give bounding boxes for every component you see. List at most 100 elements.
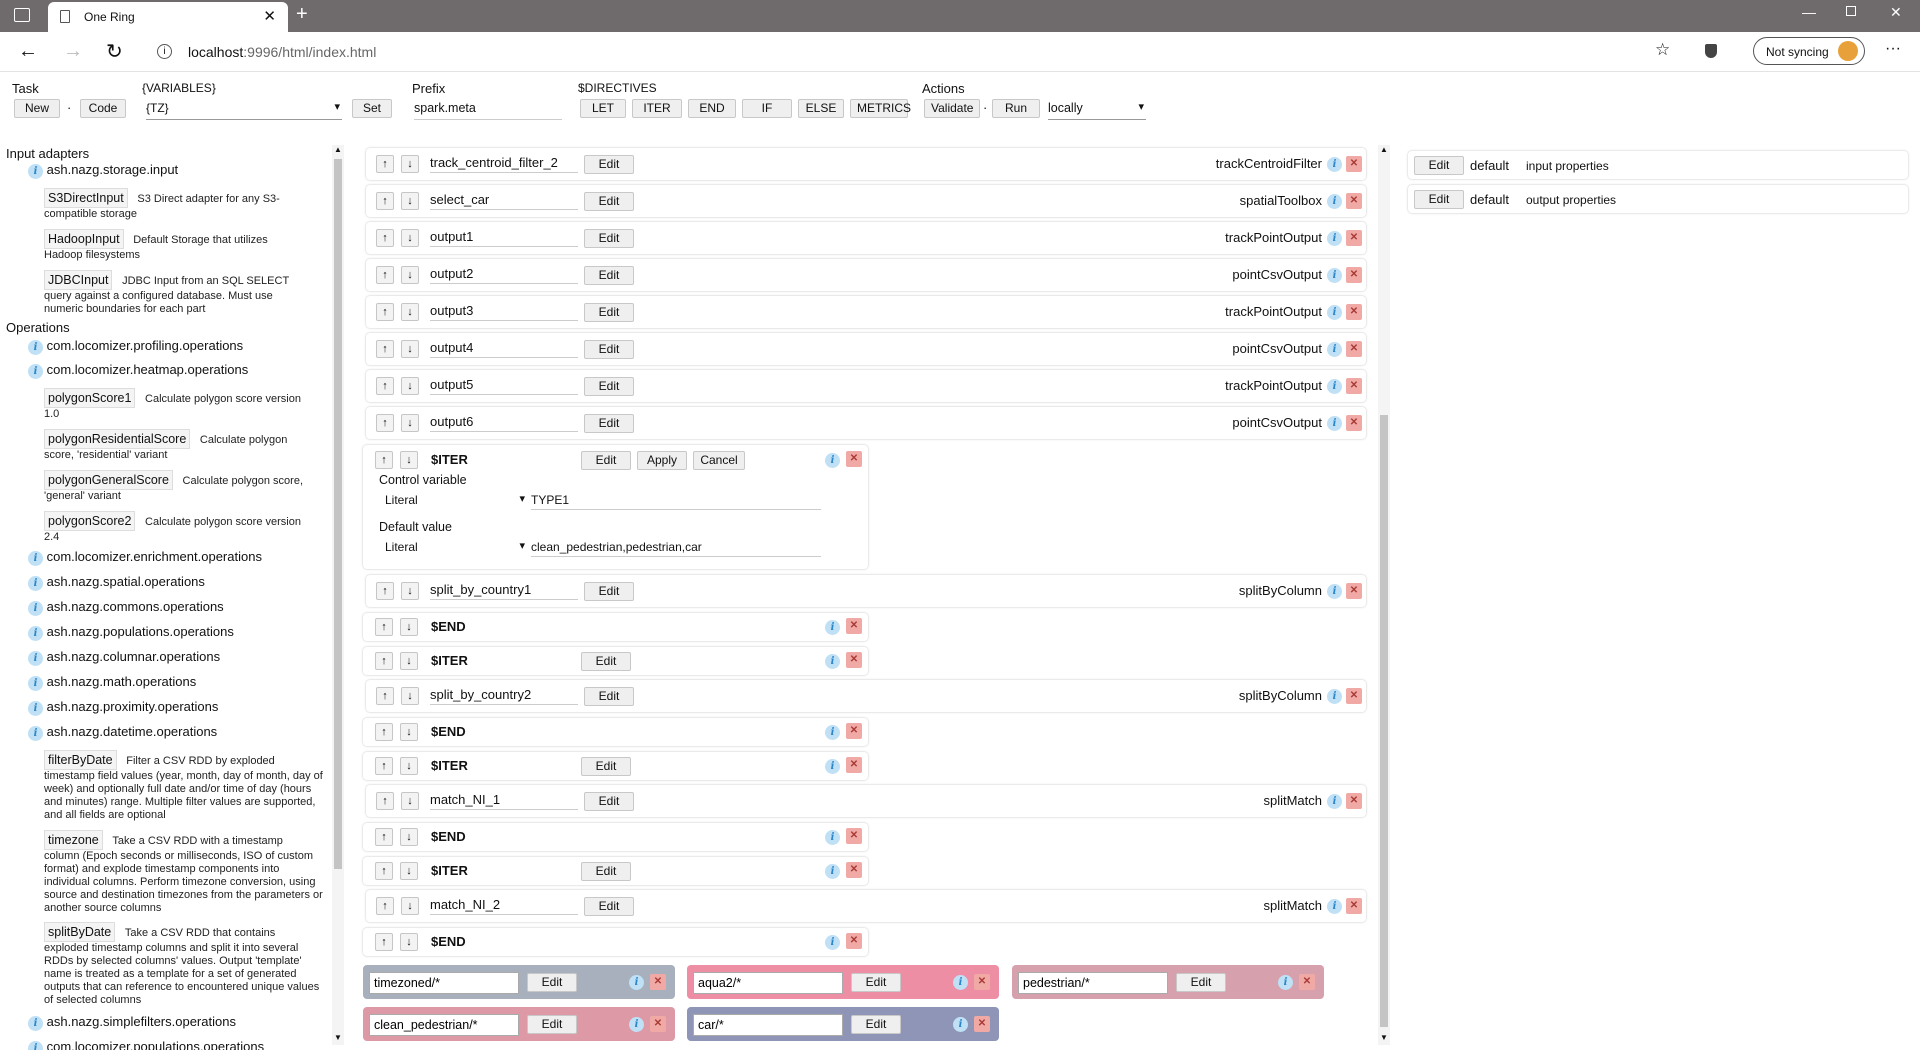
close-icon[interactable]: ✕ (650, 974, 666, 990)
prefix-input[interactable]: spark.meta (414, 100, 562, 120)
info-icon[interactable]: i (28, 626, 43, 641)
edit-button[interactable]: Edit (851, 1015, 901, 1034)
op-row-select-car[interactable]: ↑ ↓ select_car Edit spatialToolbox i ✕ (366, 185, 1366, 217)
directive-end-button[interactable]: END (688, 99, 736, 118)
op-instance-name[interactable]: output1 (430, 229, 578, 247)
edit-button[interactable]: Edit (584, 266, 634, 285)
info-icon[interactable]: i (953, 1017, 968, 1032)
restore-icon[interactable] (1846, 6, 1856, 16)
edit-button[interactable]: Edit (584, 155, 634, 174)
directive-iter-row[interactable]: ↑ ↓ $ITER Edit i ✕ (363, 752, 868, 780)
op-row-split-by-country2[interactable]: ↑ ↓ split_by_country2 Edit splitByColumn … (366, 680, 1366, 712)
op-row-output4[interactable]: ↑ ↓ output4 Edit pointCsvOutput i ✕ (366, 333, 1366, 365)
edit-button[interactable]: Edit (584, 229, 634, 248)
info-icon[interactable]: i (825, 830, 840, 845)
op-polygonscore1[interactable]: polygonScore1 Calculate polygon score ve… (44, 388, 324, 421)
move-down-icon[interactable]: ↓ (400, 828, 418, 846)
info-icon[interactable]: i (28, 164, 43, 179)
close-tab-icon[interactable]: ✕ (263, 7, 276, 25)
info-icon[interactable]: i (1327, 379, 1342, 394)
edit-button[interactable]: Edit (584, 192, 634, 211)
adapter-s3[interactable]: S3DirectInput S3 Direct adapter for any … (44, 188, 304, 221)
info-icon[interactable]: i (825, 725, 840, 740)
package-enrichment[interactable]: i com.locomizer.enrichment.operations (28, 549, 262, 566)
main-scroll-down-icon[interactable]: ▼ (1380, 1033, 1388, 1042)
main-scrollbar[interactable]: ▲ ▼ (1378, 145, 1390, 1045)
edit-button[interactable]: Edit (584, 377, 634, 396)
datastream-pedestrian[interactable]: Edit i ✕ (1012, 965, 1324, 999)
new-tab-icon[interactable]: + (296, 3, 308, 26)
move-down-icon[interactable]: ↓ (401, 792, 419, 810)
datastream-timezoned[interactable]: Edit i ✕ (363, 965, 675, 999)
tab-actions-icon[interactable] (14, 8, 30, 22)
op-row-output1[interactable]: ↑ ↓ output1 Edit trackPointOutput i ✕ (366, 222, 1366, 254)
op-row-track-centroid-filter-2[interactable]: ↑ ↓ track_centroid_filter_2 Edit trackCen… (366, 148, 1366, 180)
close-icon[interactable]: ✕ (1346, 304, 1362, 320)
new-task-button[interactable]: New (14, 99, 60, 118)
op-instance-name[interactable]: output2 (430, 266, 578, 284)
info-icon[interactable]: i (28, 340, 43, 355)
op-instance-name[interactable]: select_car (430, 192, 578, 210)
datastream-name-input[interactable] (369, 1014, 519, 1036)
move-up-icon[interactable]: ↑ (375, 451, 393, 469)
op-instance-name[interactable]: split_by_country2 (430, 687, 578, 705)
sidebar-scroll-down-icon[interactable]: ▼ (334, 1033, 342, 1042)
move-up-icon[interactable]: ↑ (376, 229, 394, 247)
set-button[interactable]: Set (352, 99, 392, 118)
package-commons[interactable]: i ash.nazg.commons.operations (28, 599, 224, 616)
refresh-icon[interactable]: ↻ (106, 39, 123, 64)
info-icon[interactable]: i (1327, 342, 1342, 357)
close-icon[interactable]: ✕ (846, 451, 862, 467)
edit-button[interactable]: Edit (584, 687, 634, 706)
edit-button[interactable]: Edit (1176, 973, 1226, 992)
move-down-icon[interactable]: ↓ (400, 862, 418, 880)
shield-icon[interactable] (1705, 44, 1717, 58)
edit-button[interactable]: Edit (1414, 156, 1464, 175)
directive-end-row[interactable]: ↑ ↓ $END i ✕ (363, 718, 868, 746)
op-row-output2[interactable]: ↑ ↓ output2 Edit pointCsvOutput i ✕ (366, 259, 1366, 291)
move-up-icon[interactable]: ↑ (376, 414, 394, 432)
datastream-name-input[interactable] (693, 972, 843, 994)
op-instance-name[interactable]: output4 (430, 340, 578, 358)
edit-button[interactable]: Edit (581, 757, 631, 776)
apply-button[interactable]: Apply (637, 451, 687, 470)
move-up-icon[interactable]: ↑ (376, 582, 394, 600)
close-icon[interactable]: ✕ (1299, 974, 1315, 990)
info-icon[interactable]: i (953, 975, 968, 990)
default-value-input[interactable]: clean_pedestrian,pedestrian,car (531, 539, 821, 557)
edit-button[interactable]: Edit (851, 973, 901, 992)
default-type-select[interactable]: Literal ▾ (385, 539, 525, 557)
close-icon[interactable]: ✕ (1346, 341, 1362, 357)
datastream-car[interactable]: Edit i ✕ (687, 1007, 999, 1041)
info-icon[interactable]: i (1327, 194, 1342, 209)
move-down-icon[interactable]: ↓ (401, 897, 419, 915)
move-down-icon[interactable]: ↓ (401, 377, 419, 395)
active-tab[interactable]: One Ring ✕ (48, 2, 288, 32)
edit-button[interactable]: Edit (584, 303, 634, 322)
op-row-split-by-country1[interactable]: ↑ ↓ split_by_country1 Edit splitByColumn … (366, 575, 1366, 607)
move-down-icon[interactable]: ↓ (401, 687, 419, 705)
package-profiling[interactable]: i com.locomizer.profiling.operations (28, 338, 243, 355)
info-icon[interactable]: i (1327, 157, 1342, 172)
op-row-match-ni-2[interactable]: ↑ ↓ match_NI_2 Edit splitMatch i ✕ (366, 890, 1366, 922)
move-up-icon[interactable]: ↑ (376, 687, 394, 705)
info-icon[interactable]: i (1327, 268, 1342, 283)
info-icon[interactable]: i (28, 726, 43, 741)
url-field[interactable]: i localhost:9996/html/index.html (145, 36, 1690, 68)
close-icon[interactable]: ✕ (846, 828, 862, 844)
info-icon[interactable]: i (28, 1016, 43, 1031)
op-row-output6[interactable]: ↑ ↓ output6 Edit pointCsvOutput i ✕ (366, 407, 1366, 439)
info-icon[interactable]: i (28, 676, 43, 691)
info-icon[interactable]: i (825, 453, 840, 468)
op-polygongeneralscore[interactable]: polygonGeneralScore Calculate polygon sc… (44, 470, 324, 503)
more-menu-icon[interactable]: ··· (1885, 40, 1901, 58)
move-up-icon[interactable]: ↑ (376, 155, 394, 173)
info-icon[interactable]: i (1327, 305, 1342, 320)
info-icon[interactable]: i (825, 759, 840, 774)
close-icon[interactable]: ✕ (1346, 793, 1362, 809)
close-icon[interactable]: ✕ (1346, 415, 1362, 431)
info-icon[interactable]: i (825, 864, 840, 879)
info-icon[interactable]: i (629, 975, 644, 990)
close-icon[interactable]: ✕ (1346, 230, 1362, 246)
move-up-icon[interactable]: ↑ (375, 618, 393, 636)
